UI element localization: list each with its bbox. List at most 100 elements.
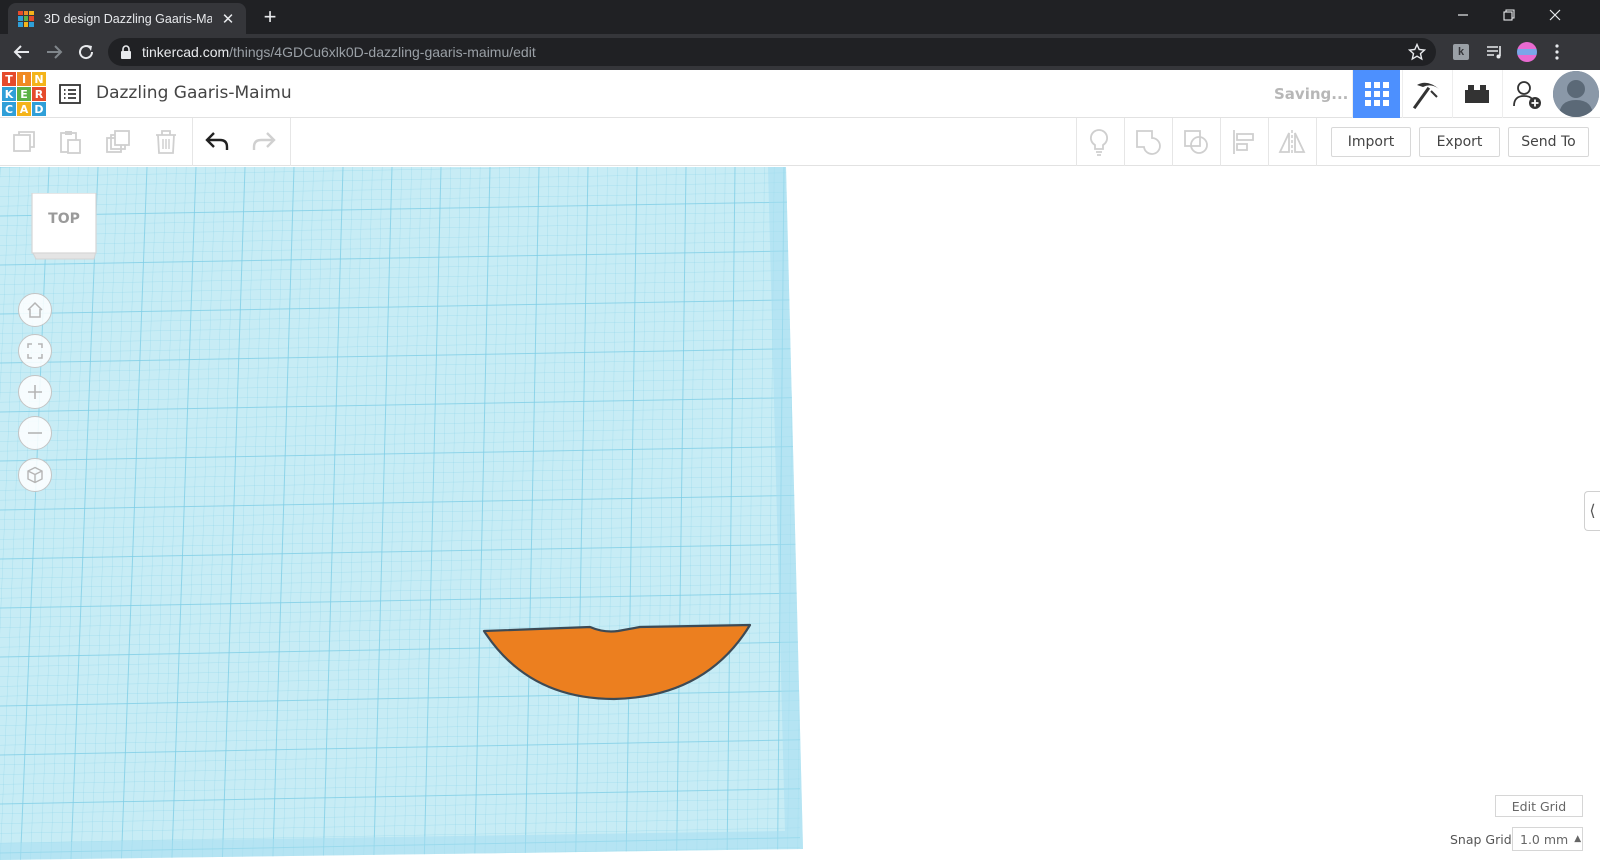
minimize-window-icon[interactable] [1440,0,1486,30]
bookmark-star-icon[interactable] [1408,43,1426,61]
logo-letter: R [32,87,46,101]
tinkercad-logo[interactable]: T I N K E R C A D [2,72,46,116]
ungroup-button[interactable] [1180,126,1212,158]
grid-line [1098,167,1101,860]
logo-letter: K [2,87,16,101]
redo-button[interactable] [248,126,280,158]
undo-button[interactable] [201,126,233,158]
grid-icon [1364,82,1389,106]
paste-button[interactable] [54,126,86,158]
home-view-button[interactable] [18,293,52,327]
group-button[interactable] [1132,126,1164,158]
design-title[interactable]: Dazzling Gaaris-Maimu [96,83,292,103]
grid-line [1107,167,1110,860]
copy-button[interactable] [8,126,40,158]
grid-line [1490,167,1505,860]
app-header: T I N K E R C A D Dazzling Gaaris-Maimu … [0,70,1600,118]
toolbar-divider [1220,118,1221,166]
grid-line [1205,167,1211,860]
grid-line [1088,167,1091,860]
add-user-icon [1512,81,1541,109]
edit-toolbar: Import Export Send To [0,118,1600,166]
tab-title: 3D design Dazzling Gaaris-Maimu | Tinker… [44,11,212,26]
grid-line [1245,167,1252,860]
collapse-panel-tab[interactable]: ⟨ [1584,491,1600,531]
grid-line [1343,167,1353,860]
grid-line [1352,167,1363,860]
import-button[interactable]: Import [1331,127,1411,157]
export-button[interactable]: Export [1419,127,1500,157]
profile-avatar-icon[interactable] [1516,41,1538,63]
fit-view-button[interactable] [18,334,52,368]
grid-line [1450,167,1464,860]
fit-view-icon [27,343,43,359]
grid-line [939,167,941,860]
toolbar-divider [1172,118,1173,166]
caret-up-icon: ▲ [1574,834,1582,844]
invite-user-button[interactable] [1502,70,1550,118]
3d-viewport[interactable]: TOP ⟨ Edit Grid Snap Grid 1.0 mm ▲ [0,167,1600,860]
logo-letter: I [17,72,31,86]
logo-letter: D [32,102,46,116]
send-to-button[interactable]: Send To [1508,127,1589,157]
toolbar-divider [1076,118,1077,166]
grid-line [979,167,980,860]
pickaxe-icon [1412,82,1439,109]
mirror-button[interactable] [1276,126,1308,158]
perspective-toggle-button[interactable] [18,458,52,492]
edit-grid-button[interactable]: Edit Grid [1495,795,1583,817]
user-avatar[interactable] [1553,71,1599,117]
zoom-out-button[interactable] [18,416,52,450]
browser-menu-icon[interactable] [1546,41,1568,63]
grid-line [1147,167,1151,860]
grid-line [1558,167,1575,860]
blocks-mode-button[interactable] [1402,70,1450,118]
snap-grid-select[interactable]: 1.0 mm ▲ [1512,827,1583,851]
grid-line [1274,167,1282,860]
grid-line [1058,167,1060,860]
grid-line [1529,167,1545,860]
grid-line [1039,167,1040,860]
grid-line [1382,167,1393,860]
grid-line [1568,167,1585,860]
design-list-icon[interactable] [58,82,82,106]
duplicate-button[interactable] [102,126,134,158]
forward-arrow-icon[interactable] [42,40,66,64]
workplane-grid[interactable] [0,167,1600,860]
grid-line [1372,167,1383,860]
3d-design-mode-button[interactable] [1352,70,1400,118]
grid-line [1186,167,1192,860]
grid-line [858,167,862,860]
media-queue-icon[interactable] [1484,41,1506,63]
browser-tab[interactable]: 3D design Dazzling Gaaris-Maimu | Tinker… [8,3,246,34]
grid-line [1303,167,1312,860]
grid-line [1401,167,1413,860]
close-window-icon[interactable] [1532,0,1578,30]
grid-line [1421,167,1434,860]
grid-line [1078,167,1080,860]
logo-letter: A [17,102,31,116]
grid-line [899,167,902,860]
notes-button[interactable] [1083,126,1115,158]
reload-icon[interactable] [74,40,98,64]
grid-line [1294,167,1303,860]
copy-icon [13,131,35,152]
extension-icon[interactable]: k [1450,41,1472,63]
redo-icon [252,132,276,150]
bricks-mode-button[interactable] [1452,70,1500,118]
delete-button[interactable] [150,126,182,158]
grid-line [838,167,843,860]
zoom-in-button[interactable] [18,375,52,409]
align-button[interactable] [1228,126,1260,158]
address-bar[interactable]: tinkercad.com/things/4GDCu6xlk0D-dazzlin… [108,38,1436,66]
grid-line [929,167,931,860]
new-tab-button[interactable]: + [258,4,282,30]
back-arrow-icon[interactable] [10,40,34,64]
restore-window-icon[interactable] [1486,0,1532,30]
grid-line [949,167,950,860]
grid-line [808,167,814,860]
grid-line [878,167,882,860]
grid-line [1323,167,1333,860]
view-cube[interactable]: TOP [30,192,97,260]
tab-close-icon[interactable]: ✕ [220,10,236,28]
